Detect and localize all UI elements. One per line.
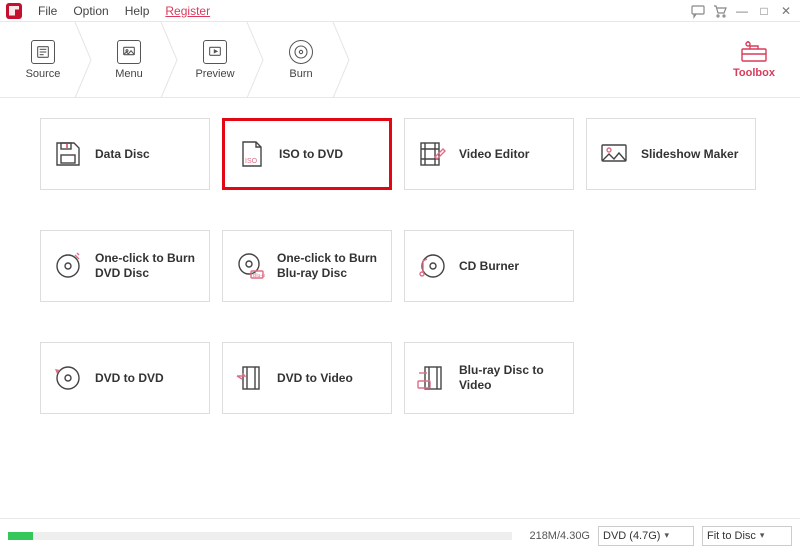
disc-type-select[interactable]: DVD (4.7G) ▾ (598, 526, 694, 546)
feedback-icon[interactable] (690, 3, 706, 19)
menu-option[interactable]: Option (65, 4, 116, 18)
capacity-text: 218M/4.30G (520, 530, 590, 542)
step-label: Burn (289, 68, 312, 80)
disc-arrow-icon (53, 363, 83, 393)
maximize-button[interactable]: □ (756, 3, 772, 19)
fit-mode-select[interactable]: Fit to Disc ▾ (702, 526, 792, 546)
titlebar: File Option Help Register — □ ✕ (0, 0, 800, 22)
step-preview[interactable]: Preview (172, 22, 258, 98)
disc-type-value: DVD (4.7G) (603, 530, 660, 542)
card-bluray-to-video[interactable]: Blu-ray Disc to Video (404, 342, 574, 414)
cd-music-icon (417, 251, 447, 281)
card-slideshow-maker[interactable]: Slideshow Maker (586, 118, 756, 190)
source-icon (31, 40, 55, 64)
card-dvd-to-video[interactable]: DVD to Video (222, 342, 392, 414)
burn-icon (289, 40, 313, 64)
card-label: One-click to Burn DVD Disc (95, 251, 197, 281)
step-burn[interactable]: Burn (258, 22, 344, 98)
card-cd-burner[interactable]: CD Burner (404, 230, 574, 302)
titlebar-right: — □ ✕ (690, 3, 794, 19)
film-arrow-icon (235, 363, 265, 393)
svg-text:Blu-ray: Blu-ray (253, 273, 265, 279)
bluray-film-icon (417, 363, 447, 393)
card-iso-to-dvd[interactable]: ISO ISO to DVD (222, 118, 392, 190)
step-menu[interactable]: Menu (86, 22, 172, 98)
step-label: Menu (115, 68, 143, 80)
card-label: DVD to DVD (95, 371, 164, 386)
chevron-down-icon: ▾ (664, 530, 669, 541)
fit-mode-value: Fit to Disc (707, 530, 756, 542)
step-source[interactable]: Source (0, 22, 86, 98)
svg-text:ISO: ISO (245, 158, 258, 165)
tool-row: One-click to Burn DVD Disc Blu-ray One-c… (40, 230, 760, 302)
card-oneclick-dvd[interactable]: One-click to Burn DVD Disc (40, 230, 210, 302)
toolbox-label: Toolbox (733, 67, 775, 79)
card-label: DVD to Video (277, 371, 353, 386)
card-oneclick-bluray[interactable]: Blu-ray One-click to Burn Blu-ray Disc (222, 230, 392, 302)
disc-click-icon (53, 251, 83, 281)
card-label: Blu-ray Disc to Video (459, 363, 561, 393)
chevron-down-icon: ▾ (760, 530, 765, 541)
step-label: Preview (195, 68, 234, 80)
menu-register[interactable]: Register (157, 4, 218, 18)
card-video-editor[interactable]: Video Editor (404, 118, 574, 190)
toolbox-button[interactable]: Toolbox (724, 22, 784, 98)
menu-file[interactable]: File (30, 4, 65, 18)
floppy-icon (53, 139, 83, 169)
step-bar: Source Menu Preview Burn Toolbox (0, 22, 800, 98)
tool-row: Data Disc ISO ISO to DVD Video Editor Sl… (40, 118, 760, 190)
app-logo-icon (6, 3, 22, 19)
bluray-click-icon: Blu-ray (235, 251, 265, 281)
capacity-fill (8, 532, 33, 540)
step-label: Source (26, 68, 61, 80)
tool-row: DVD to DVD DVD to Video Blu-ray Disc to … (40, 342, 760, 414)
status-bar: 218M/4.30G DVD (4.7G) ▾ Fit to Disc ▾ (0, 518, 800, 552)
card-data-disc[interactable]: Data Disc (40, 118, 210, 190)
card-label: Slideshow Maker (641, 147, 738, 162)
minimize-button[interactable]: — (734, 3, 750, 19)
filmstrip-edit-icon (417, 139, 447, 169)
capacity-bar (8, 532, 512, 540)
chevron-right-icon (332, 22, 350, 98)
toolbox-icon (740, 41, 768, 63)
iso-file-icon: ISO (237, 139, 267, 169)
menu-template-icon (117, 40, 141, 64)
card-label: CD Burner (459, 259, 519, 274)
preview-icon (203, 40, 227, 64)
close-button[interactable]: ✕ (778, 3, 794, 19)
menu-help[interactable]: Help (117, 4, 158, 18)
slideshow-icon (599, 139, 629, 169)
card-label: Video Editor (459, 147, 529, 162)
card-label: One-click to Burn Blu-ray Disc (277, 251, 379, 281)
card-label: ISO to DVD (279, 147, 343, 162)
cart-icon[interactable] (712, 3, 728, 19)
toolbox-grid: Data Disc ISO ISO to DVD Video Editor Sl… (0, 98, 800, 424)
card-label: Data Disc (95, 147, 150, 162)
card-dvd-to-dvd[interactable]: DVD to DVD (40, 342, 210, 414)
